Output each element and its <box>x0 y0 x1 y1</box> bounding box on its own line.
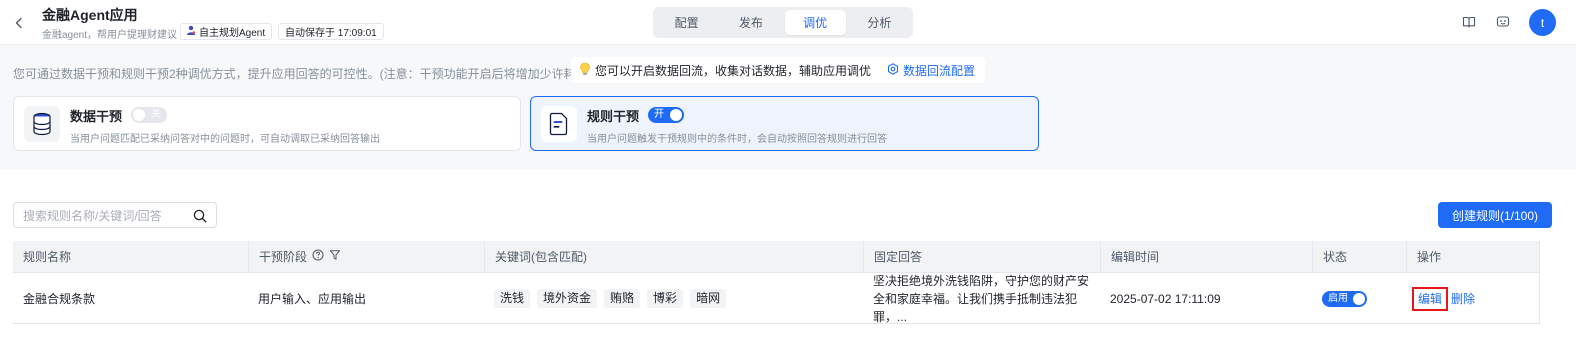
data-reflow-tip: 您可以开启数据回流，收集对话数据，辅助应用调优 数据回流配置 <box>571 57 986 83</box>
cell-stage: 用户输入、应用输出 <box>258 292 367 306</box>
agent-icon <box>186 25 196 38</box>
rule-intervention-card[interactable]: 规则干预 开 当用户问题触发干预规则中的条件时，会自动按照回答规则进行回答 <box>530 96 1039 151</box>
search-icon[interactable] <box>193 209 207 223</box>
create-rule-button[interactable]: 创建规则(1/100) <box>1438 202 1552 228</box>
toggle-knob <box>133 109 145 121</box>
cell-operations: 编辑 删除 <box>1406 273 1539 324</box>
toggle-knob <box>1353 292 1365 305</box>
cell-rule-name: 金融合规条款 <box>23 292 96 306</box>
col-answer-label: 固定回答 <box>874 250 923 264</box>
data-reflow-config-link[interactable]: 数据回流配置 <box>887 62 975 79</box>
rule-intervention-desc: 当用户问题触发干预规则中的条件时，会自动按照回答规则进行回答 <box>587 134 887 145</box>
filter-icon[interactable] <box>329 241 341 273</box>
autosave-status: 自动保存于 17:09:01 <box>278 23 384 40</box>
rule-status-toggle[interactable]: 启用 <box>1322 290 1367 307</box>
tip-text: 您可以开启数据回流，收集对话数据，辅助应用调优 <box>595 63 872 78</box>
app-subtitle: 金融agent，帮用户提理财建议 <box>42 30 178 41</box>
rule-intervention-toggle[interactable]: 开 <box>648 107 684 123</box>
database-icon <box>24 106 60 142</box>
col-rule-name-label: 规则名称 <box>23 250 72 264</box>
edit-rule-link[interactable]: 编辑 <box>1412 286 1449 311</box>
delete-rule-link[interactable]: 删除 <box>1451 290 1475 307</box>
app-title: 金融Agent应用 <box>42 7 138 23</box>
col-stage: 干预阶段 <box>248 241 484 273</box>
col-rule-name: 规则名称 <box>13 241 248 273</box>
status-toggle-label: 启用 <box>1328 292 1348 304</box>
chat-bot-icon[interactable] <box>1495 14 1511 30</box>
keyword-tag: 洗钱 <box>494 289 531 308</box>
col-stage-label: 干预阶段 <box>259 250 308 264</box>
rule-intervention-title: 规则干预 <box>587 109 640 124</box>
keyword-tag: 暗网 <box>690 289 727 308</box>
toggle-label: 关 <box>151 109 161 120</box>
col-operations-label: 操作 <box>1417 250 1442 264</box>
table-row: 金融合规条款 用户输入、应用输出 洗钱 境外资金 贿赂 博彩 暗网 坚决拒绝境外… <box>13 273 1539 324</box>
rule-search-box[interactable] <box>13 202 217 228</box>
col-status-label: 状态 <box>1323 250 1348 264</box>
rules-table: 规则名称 干预阶段 关键词(包含匹配) 固定回答 编辑时间 状态 操作 金融合规… <box>13 241 1539 324</box>
col-operations: 操作 <box>1406 241 1539 273</box>
data-intervention-title: 数据干预 <box>70 109 123 124</box>
cell-keywords: 洗钱 境外资金 贿赂 博彩 暗网 <box>484 273 863 324</box>
data-intervention-card[interactable]: 数据干预 关 当用户问题匹配已采纳问答对中的问题时，可自动调取已采纳回答输出 <box>13 96 521 151</box>
table-right-divider <box>1539 241 1540 325</box>
keyword-tag: 境外资金 <box>537 289 598 308</box>
col-keywords: 关键词(包含匹配) <box>484 241 863 273</box>
settings-icon <box>887 62 899 78</box>
cell-answer: 坚决拒绝境外洗钱陷阱，守护您的财产安全和家庭幸福。让我们携手抵制违法犯罪，... <box>863 273 1100 324</box>
intro-text: 您可通过数据干预和规则干预2种调优方式，提升应用回答的可控性。(注意：干预功能开… <box>13 67 592 81</box>
cell-status: 启用 <box>1312 273 1406 324</box>
tab-tuning[interactable]: 调优 <box>784 10 846 35</box>
document-icon <box>541 106 577 142</box>
fixed-answer-text: 坚决拒绝境外洗钱陷阱，守护您的财产安全和家庭幸福。让我们携手抵制违法犯罪，... <box>873 273 1090 324</box>
toggle-label: 开 <box>654 109 664 120</box>
col-answer: 固定回答 <box>863 241 1100 273</box>
keyword-tag: 贿赂 <box>604 289 641 308</box>
lightbulb-icon <box>579 62 591 79</box>
col-edit-time-label: 编辑时间 <box>1111 250 1160 264</box>
main-tabs: 配置 发布 调优 分析 <box>653 7 913 38</box>
col-status: 状态 <box>1312 241 1406 273</box>
col-keywords-label: 关键词(包含匹配) <box>495 250 587 264</box>
data-intervention-toggle[interactable]: 关 <box>131 107 167 123</box>
tab-analysis[interactable]: 分析 <box>849 10 910 35</box>
table-header: 规则名称 干预阶段 关键词(包含匹配) 固定回答 编辑时间 状态 操作 <box>13 241 1539 273</box>
tuning-overview: 您可通过数据干预和规则干预2种调优方式，提升应用回答的可控性。(注意：干预功能开… <box>0 45 1576 170</box>
col-edit-time: 编辑时间 <box>1100 241 1312 273</box>
tip-link-label: 数据回流配置 <box>903 63 976 78</box>
keyword-tag: 博彩 <box>647 289 684 308</box>
tab-publish[interactable]: 发布 <box>720 10 781 35</box>
book-icon[interactable] <box>1461 14 1477 30</box>
back-arrow-icon[interactable] <box>10 14 28 32</box>
cell-edit-time: 2025-07-02 17:11:09 <box>1110 291 1221 306</box>
rule-search-input[interactable] <box>23 208 188 223</box>
agent-tag-label: 自主规划Agent <box>199 28 266 39</box>
app-header: 金融Agent应用 金融agent，帮用户提理财建议 自主规划Agent 自动保… <box>0 0 1576 45</box>
help-circle-icon[interactable] <box>312 241 324 273</box>
data-intervention-desc: 当用户问题匹配已采纳问答对中的问题时，可自动调取已采纳回答输出 <box>70 134 380 145</box>
tab-config[interactable]: 配置 <box>656 10 717 35</box>
toggle-knob <box>670 109 682 121</box>
user-avatar[interactable]: t <box>1529 9 1556 36</box>
agent-type-tag: 自主规划Agent <box>180 23 273 40</box>
